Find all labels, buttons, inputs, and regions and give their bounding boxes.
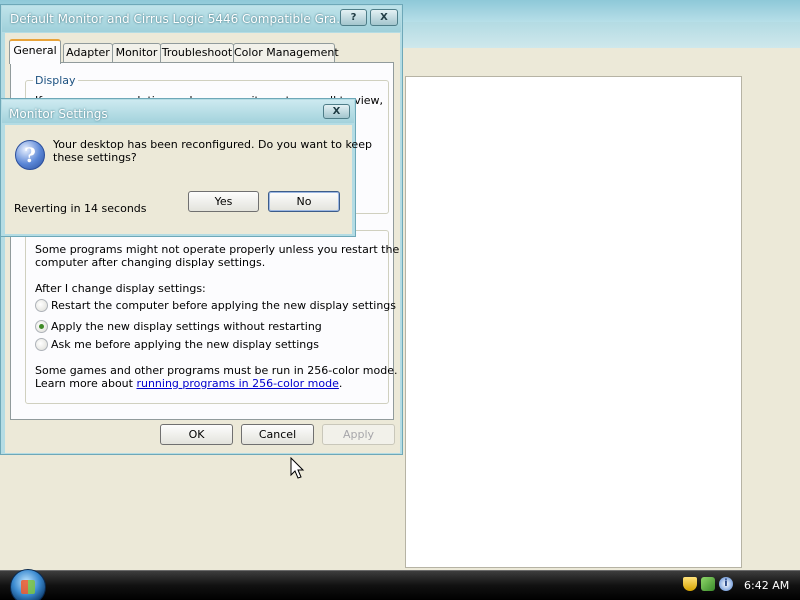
question-icon: ? xyxy=(15,140,45,170)
tab-general[interactable]: General xyxy=(9,39,61,64)
mouse-cursor-icon xyxy=(290,457,305,479)
256-color-help-link[interactable]: running programs in 256-color mode xyxy=(136,377,338,390)
monitor-settings-dialog: Monitor Settings X ? Your desktop has be… xyxy=(0,98,372,237)
radio-restart-computer-label[interactable]: Restart the computer before applying the… xyxy=(51,299,396,312)
tab-troubleshoot[interactable]: Troubleshoot xyxy=(160,43,234,63)
dialog-message-line-2: these settings? xyxy=(53,151,137,164)
games-note-prefix: Learn more about xyxy=(35,377,137,390)
taskbar-clock[interactable]: 6:42 AM xyxy=(744,579,789,592)
after-change-label: After I change display settings: xyxy=(35,282,206,295)
window-client-area: General Adapter Monitor Troubleshoot Col… xyxy=(5,33,400,453)
tab-adapter[interactable]: Adapter xyxy=(63,43,113,63)
restart-note-line-1: Some programs might not operate properly… xyxy=(35,243,400,256)
radio-apply-without-restart[interactable] xyxy=(35,320,48,333)
dialog-close-button[interactable]: X xyxy=(323,104,350,119)
start-button-icon[interactable] xyxy=(10,569,46,600)
games-note-line-2: Learn more about running programs in 256… xyxy=(35,377,342,390)
dialog-client-area: ? Your desktop has been reconfigured. Do… xyxy=(5,125,372,234)
help-button[interactable]: ? xyxy=(340,9,367,26)
compatibility-groupbox: Some programs might not operate properly… xyxy=(25,230,399,404)
tab-monitor[interactable]: Monitor xyxy=(112,43,161,63)
radio-apply-without-restart-label[interactable]: Apply the new display settings without r… xyxy=(51,320,322,333)
games-note-suffix: . xyxy=(338,377,343,390)
dialog-titlebar[interactable]: Monitor Settings X xyxy=(2,100,354,123)
games-note-line-1: Some games and other programs must be ru… xyxy=(35,364,398,377)
dialog-title: Monitor Settings xyxy=(9,107,108,121)
restart-note-line-2: computer after changing display settings… xyxy=(35,256,266,269)
radio-restart-computer[interactable] xyxy=(35,299,48,312)
ok-button[interactable]: OK xyxy=(160,424,233,445)
display-group-legend: Display xyxy=(33,74,78,87)
revert-countdown: Reverting in 14 seconds xyxy=(14,202,147,215)
yes-button[interactable]: Yes xyxy=(188,191,259,212)
apply-button[interactable]: Apply xyxy=(322,424,395,445)
background-document-area xyxy=(405,76,742,568)
background-window-toolbar xyxy=(400,22,800,48)
dialog-message-line-1: Your desktop has been reconfigured. Do y… xyxy=(53,138,372,151)
close-button[interactable]: X xyxy=(370,9,398,26)
window-titlebar[interactable]: Default Monitor and Cirrus Logic 5446 Co… xyxy=(2,6,401,32)
window-title: Default Monitor and Cirrus Logic 5446 Co… xyxy=(10,12,348,26)
security-shield-icon[interactable] xyxy=(683,577,697,591)
network-icon[interactable] xyxy=(701,577,715,591)
taskbar: i 6:42 AM xyxy=(0,569,800,600)
radio-ask-before-applying-label[interactable]: Ask me before applying the new display s… xyxy=(51,338,319,351)
tab-color-management[interactable]: Color Management xyxy=(233,43,339,63)
no-button[interactable]: No xyxy=(268,191,340,212)
cancel-button[interactable]: Cancel xyxy=(241,424,314,445)
info-icon[interactable]: i xyxy=(719,577,733,591)
radio-ask-before-applying[interactable] xyxy=(35,338,48,351)
